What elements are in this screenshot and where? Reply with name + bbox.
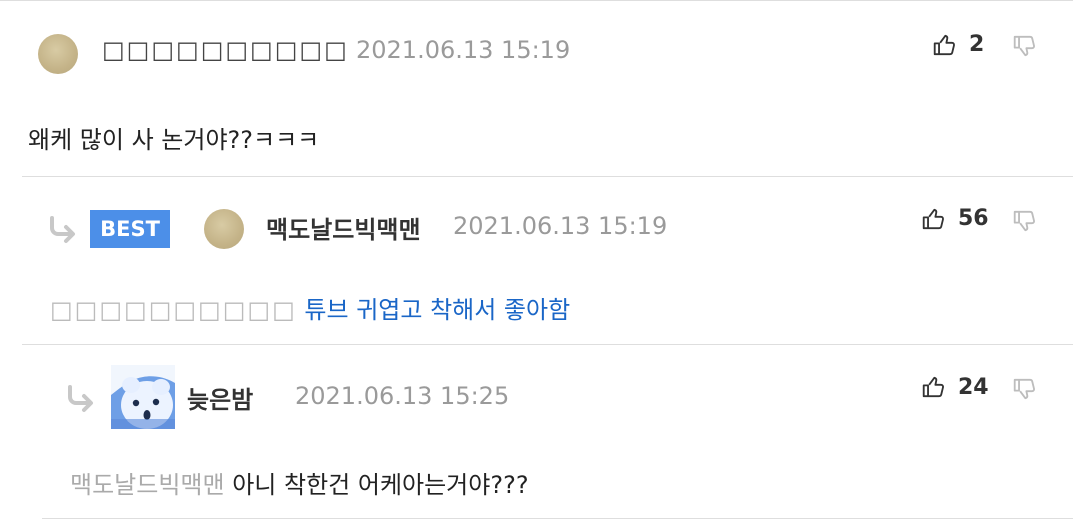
like-count: 24 [958,375,989,400]
thumbs-up-icon[interactable] [921,206,947,232]
reply-arrow-icon [66,383,96,413]
mention-username[interactable]: 맥도날드빅맥맨 [70,471,225,499]
thumbs-down-icon[interactable] [1012,376,1038,402]
divider [22,176,1073,177]
thumbs-down-icon[interactable] [1012,33,1038,59]
avatar[interactable] [204,209,244,249]
like-count: 2 [969,32,985,57]
comment-timestamp: 2021.06.13 15:19 [453,212,668,240]
thumbs-up-icon[interactable] [932,32,958,58]
comment-username[interactable]: 맥도날드빅맥맨 [266,210,421,245]
comment-text: □□□□□□□□□□ 튜브 귀엽고 착해서 좋아함 [50,290,570,325]
mention-username[interactable]: □□□□□□□□□□ [50,296,297,324]
best-badge: BEST [90,210,170,248]
like-count: 56 [958,206,989,231]
comment-username[interactable]: □□□□□□□□□□ [102,36,349,64]
divider [42,518,1073,519]
comment-text: 맥도날드빅맥맨 아니 착한건 어케아는거야??? [70,465,529,500]
comment-timestamp: 2021.06.13 15:25 [295,382,510,410]
comment-username[interactable]: 늦은밤 [187,380,253,415]
comment-text: 왜케 많이 사 논거야??ㅋㅋㅋ [28,126,320,154]
avatar[interactable] [38,34,78,74]
reply-arrow-icon [48,214,78,244]
thumbs-up-icon[interactable] [921,374,947,400]
avatar[interactable] [111,365,175,429]
divider-top [0,0,1073,1]
thumbs-down-icon[interactable] [1012,208,1038,234]
comment-content: 튜브 귀엽고 착해서 좋아함 [304,296,571,324]
comment-content: 아니 착한건 어케아는거야??? [232,471,529,499]
divider [22,344,1073,345]
comment-timestamp: 2021.06.13 15:19 [356,36,571,64]
